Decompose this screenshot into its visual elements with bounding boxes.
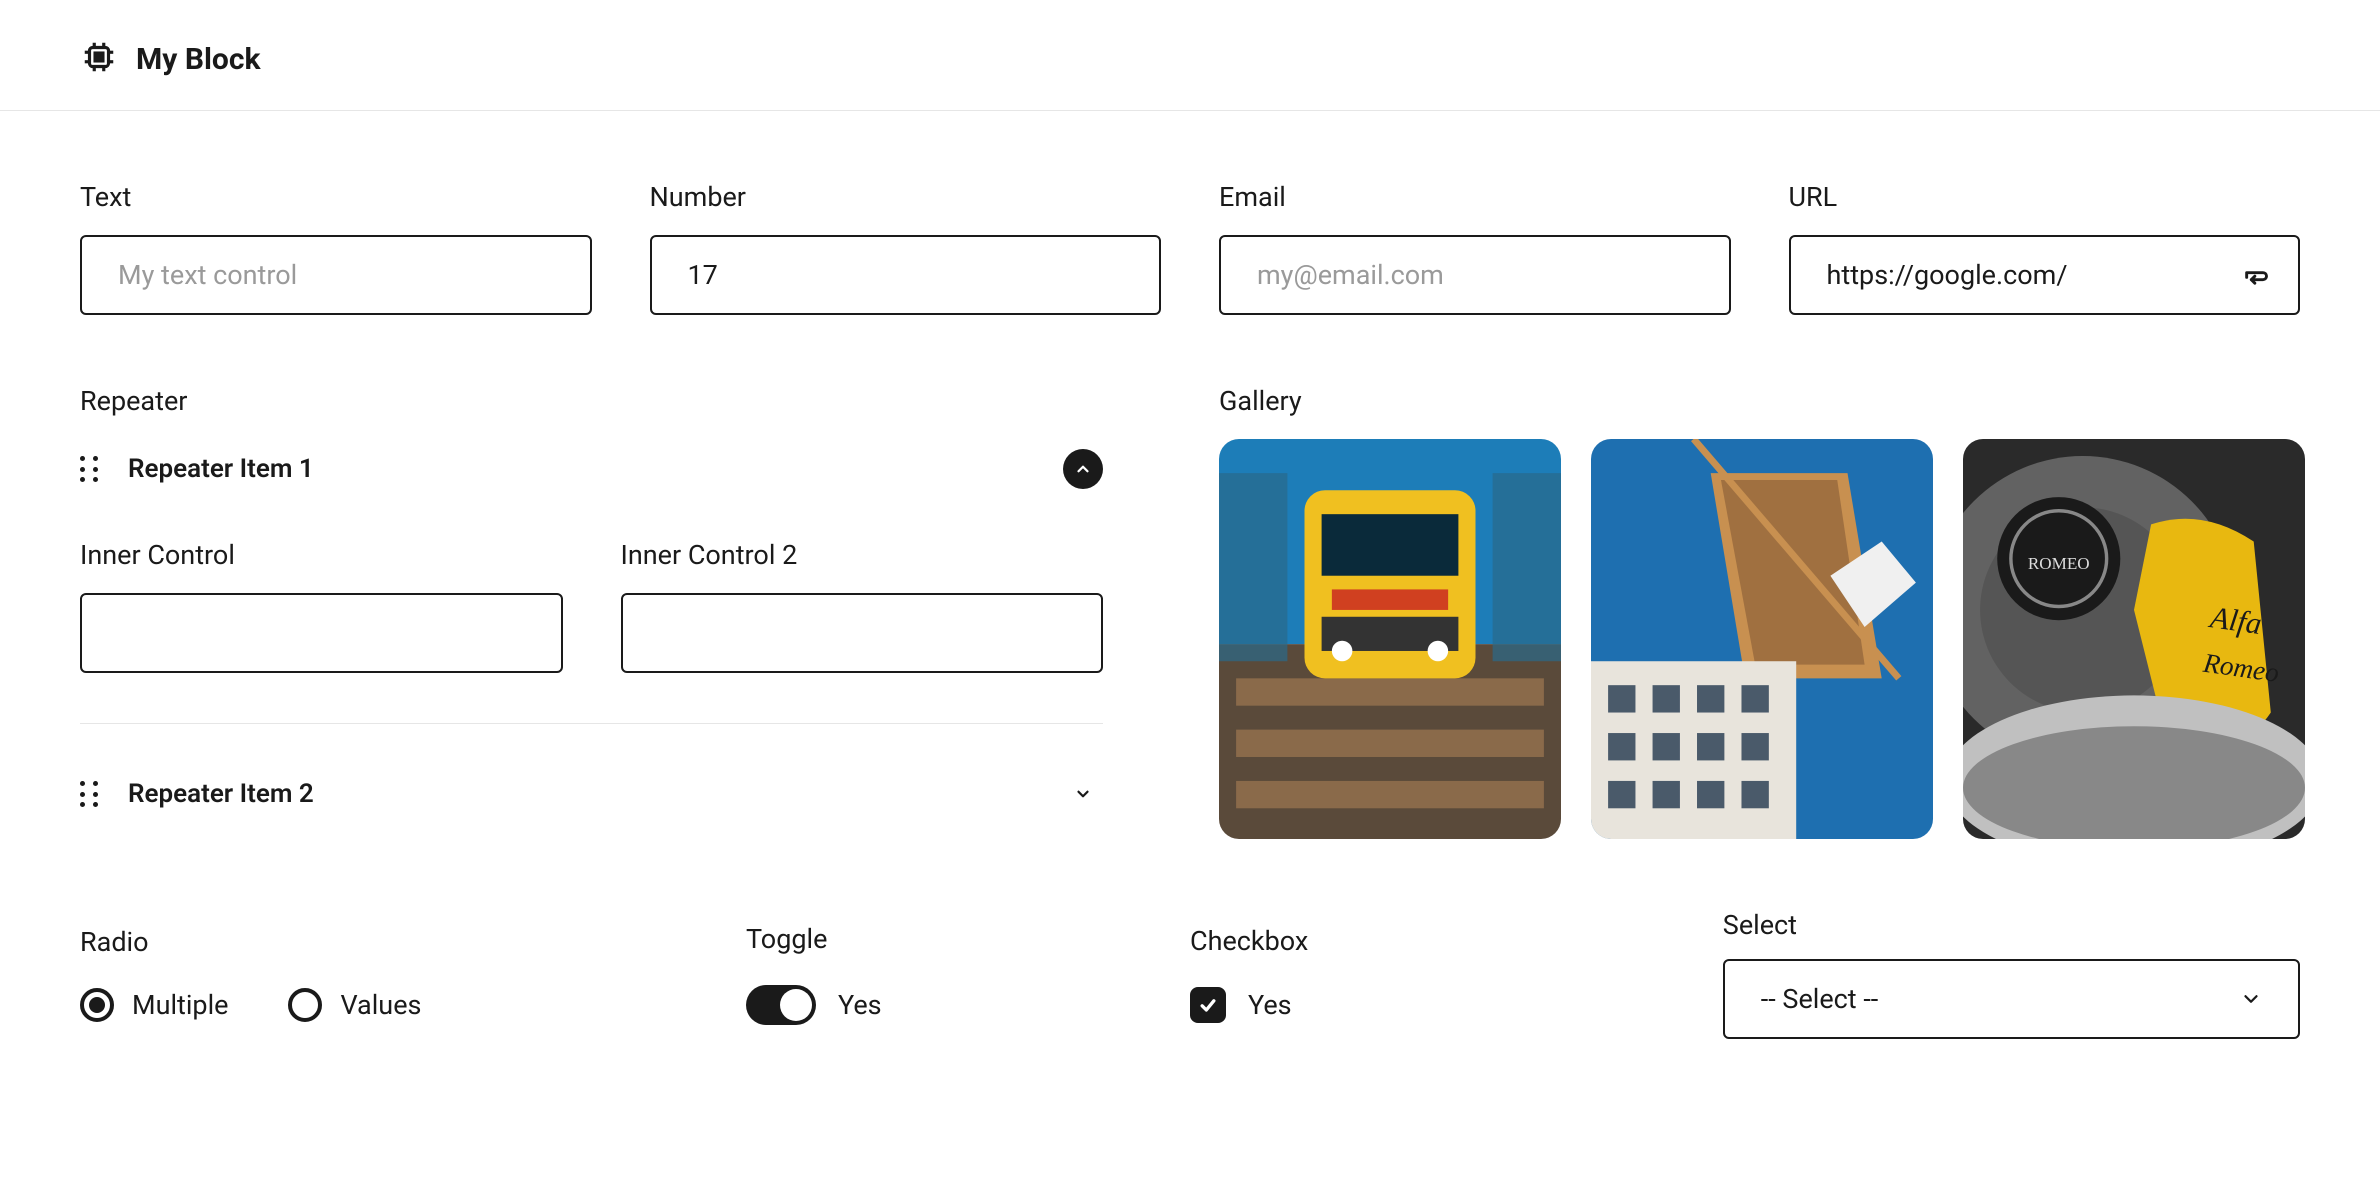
radio-label: Radio [80, 926, 746, 958]
email-input[interactable] [1219, 235, 1731, 315]
gallery-image-1[interactable] [1219, 439, 1561, 839]
repeater-item-1-content: Inner Control Inner Control 2 [80, 539, 1103, 724]
check-icon [1198, 995, 1218, 1015]
chevron-down-icon [2240, 988, 2262, 1010]
repeater-section: Repeater Repeater Item 1 Inner Control [80, 385, 1132, 824]
select-section: Select -- Select -- [1723, 909, 2300, 1039]
collapse-button[interactable] [1063, 449, 1103, 489]
select-label: Select [1723, 909, 2300, 941]
url-input[interactable] [1789, 235, 2301, 315]
gallery-image-3[interactable]: ROMEO Alfa Romeo [1963, 439, 2305, 839]
gallery-image-2[interactable] [1591, 439, 1933, 839]
checkbox-label: Checkbox [1190, 925, 1723, 957]
drag-handle-icon[interactable] [80, 456, 98, 482]
inner-control-1-label: Inner Control [80, 539, 563, 571]
inner-control-1-input[interactable] [80, 593, 563, 673]
url-label: URL [1789, 181, 2301, 213]
select-placeholder: -- Select -- [1761, 983, 1878, 1015]
toggle-switch[interactable] [746, 985, 816, 1025]
toggle-value-label: Yes [838, 989, 882, 1021]
number-label: Number [650, 181, 1162, 213]
radio-option-values[interactable]: Values [288, 988, 421, 1022]
field-inner-1: Inner Control [80, 539, 563, 673]
toggle-section: Toggle Yes [746, 923, 1190, 1025]
toggle-label: Toggle [746, 923, 1190, 955]
field-url: URL [1789, 181, 2301, 315]
drag-handle-icon[interactable] [80, 781, 98, 807]
repeater-label: Repeater [80, 385, 1103, 417]
gallery-section: Gallery [1190, 385, 2300, 839]
chip-icon [80, 38, 118, 80]
radio-icon [288, 988, 322, 1022]
toggle-knob-icon [780, 989, 812, 1021]
radio-option-label: Multiple [132, 989, 228, 1021]
select-input[interactable]: -- Select -- [1723, 959, 2300, 1039]
row-controls: Radio Multiple Values Toggle Yes [80, 909, 2300, 1039]
number-input[interactable] [650, 235, 1162, 315]
repeater-item-2[interactable]: Repeater Item 2 [80, 764, 1103, 824]
row-repeater-gallery: Repeater Repeater Item 1 Inner Control [80, 385, 2300, 839]
checkbox-value-label: Yes [1248, 989, 1292, 1021]
text-label: Text [80, 181, 592, 213]
inner-control-2-label: Inner Control 2 [621, 539, 1104, 571]
checkbox-section: Checkbox Yes [1190, 925, 1723, 1023]
svg-text:ROMEO: ROMEO [2028, 554, 2090, 573]
radio-section: Radio Multiple Values [80, 926, 746, 1022]
radio-option-multiple[interactable]: Multiple [80, 988, 228, 1022]
field-email: Email [1219, 181, 1731, 315]
inner-control-2-input[interactable] [621, 593, 1104, 673]
radio-icon [80, 988, 114, 1022]
repeater-item-title: Repeater Item 1 [128, 454, 1033, 484]
row-basic-fields: Text Number Email URL [80, 181, 2300, 315]
repeater-item-1[interactable]: Repeater Item 1 [80, 439, 1103, 499]
page-title: My Block [136, 42, 261, 77]
radio-option-label: Values [340, 989, 421, 1021]
checkbox-input[interactable] [1190, 987, 1226, 1023]
block-header: My Block [0, 0, 2380, 111]
field-inner-2: Inner Control 2 [621, 539, 1104, 673]
expand-button[interactable] [1063, 774, 1103, 814]
gallery-label: Gallery [1219, 385, 2300, 417]
email-label: Email [1219, 181, 1731, 213]
field-number: Number [650, 181, 1162, 315]
field-text: Text [80, 181, 592, 315]
svg-text:Alfa: Alfa [2206, 600, 2263, 641]
repeater-item-title: Repeater Item 2 [128, 779, 1033, 809]
text-input[interactable] [80, 235, 592, 315]
